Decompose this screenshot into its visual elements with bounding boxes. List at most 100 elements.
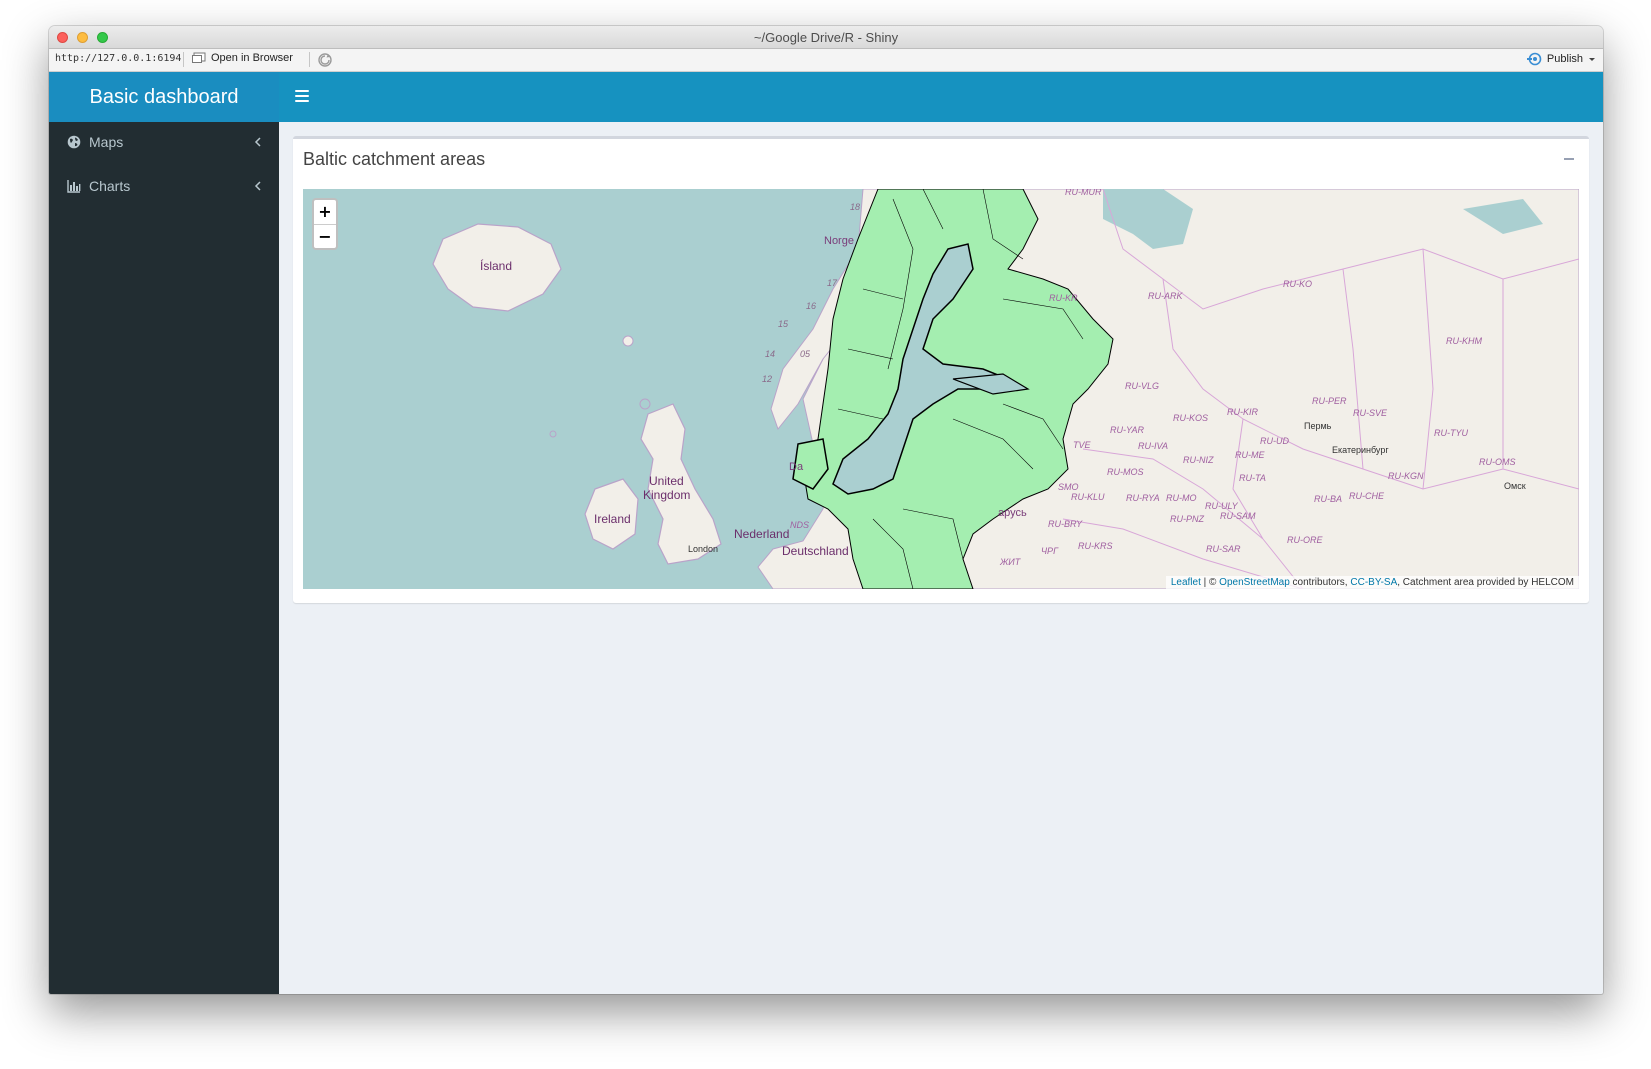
collapse-box-button[interactable] — [1563, 153, 1575, 165]
attribution-separator: | © — [1200, 577, 1220, 588]
map-label-region: RU-ME — [1235, 450, 1265, 460]
map-label-zone: 12 — [762, 374, 773, 384]
map-label-region: RU-KOS — [1173, 413, 1209, 423]
dashboard-brand[interactable]: Basic dashboard — [49, 72, 279, 122]
map-label-region: RU-KGN — [1388, 471, 1424, 481]
map-label-zone: 15 — [778, 319, 789, 329]
map-label-region: RU-KO — [1283, 279, 1312, 289]
bar-chart-icon — [67, 180, 81, 193]
globe-icon — [67, 135, 81, 149]
map-label-nds: NDS — [790, 520, 810, 530]
map-label-region: RU-RYA — [1126, 493, 1160, 503]
box-title: Baltic catchment areas — [303, 149, 486, 169]
map-label-zone: 17 — [827, 278, 838, 288]
map-label-belarus: арусь — [998, 507, 1027, 519]
map-label-germany: Deutschland — [782, 544, 849, 558]
map-label-region: RU-ARK — [1148, 291, 1183, 301]
map-box: Baltic catchment areas Ísland Norge Unit… — [293, 136, 1589, 603]
map-label-region: RU-MO — [1166, 493, 1197, 503]
browser-window-icon — [192, 52, 206, 63]
map-label-region: RU-OMS — [1479, 457, 1516, 467]
refresh-icon — [318, 53, 332, 67]
map-label-region: RU-KIR — [1227, 407, 1258, 417]
brand-title: Basic dashboard — [89, 85, 239, 108]
attribution-contributors: contributors, — [1289, 577, 1351, 588]
map-label-region: RU-TYU — [1434, 428, 1468, 438]
map-label-chrg: ЧРГ — [1041, 546, 1058, 556]
map-label-perm: Пермь — [1304, 421, 1332, 431]
map-label-iceland: Ísland — [480, 259, 513, 273]
map-label-netherlands: Nederland — [734, 527, 790, 541]
map-label-london: London — [688, 544, 719, 554]
sidebar-item-maps[interactable]: Maps — [49, 122, 279, 164]
sidebar: Maps Charts — [49, 122, 279, 994]
publish-icon — [1526, 52, 1542, 66]
window-title: ~/Google Drive/R - Shiny — [753, 30, 899, 45]
caret-down-icon — [1589, 58, 1595, 61]
leaflet-map[interactable]: Ísland Norge United Kingdom Ireland Lond… — [303, 189, 1579, 589]
publish-label: Publish — [1546, 53, 1583, 65]
zoom-control: + − — [312, 198, 338, 250]
zoom-out-button[interactable]: − — [314, 225, 336, 249]
map-label-region: RU-KRS — [1078, 541, 1113, 551]
map-label-region: TVE — [1073, 440, 1091, 450]
map-label-norway: Norge — [824, 235, 854, 247]
map-label-region: RU-TA — [1239, 473, 1266, 483]
open-in-browser-label: Open in Browser — [211, 52, 293, 64]
map-attribution: Leaflet | © OpenStreetMap contributors, … — [1165, 576, 1579, 589]
map-label-region: RU-IVA — [1138, 441, 1169, 451]
refresh-button[interactable] — [317, 52, 333, 71]
map-label-region: RU-PNZ — [1170, 514, 1204, 524]
url-display: http://127.0.0.1:6194 — [55, 53, 182, 64]
map-label-region: RU-YAR — [1110, 425, 1145, 435]
map-label-zone: 14 — [765, 349, 776, 359]
map-label-region: RU-VLG — [1125, 381, 1160, 391]
attribution-helcom: , Catchment area provided by HELCOM — [1397, 577, 1574, 588]
map-label-region: RU-ULY — [1205, 501, 1238, 511]
license-link[interactable]: CC-BY-SA — [1350, 577, 1397, 588]
sidebar-item-charts[interactable]: Charts — [49, 166, 279, 208]
chevron-left-icon — [254, 137, 261, 147]
sidebar-toggle-button[interactable] — [295, 90, 309, 104]
sidebar-item-label: Charts — [89, 178, 131, 194]
open-in-browser-button[interactable]: Open in Browser — [192, 52, 293, 64]
map-label-ireland: Ireland — [594, 512, 631, 526]
map-label-uk-line1: United — [649, 474, 684, 488]
map-label-zone: 05 — [800, 349, 811, 359]
map-label-uk-line2: Kingdom — [643, 488, 691, 502]
map-tiles — [432, 189, 1579, 589]
map-label-region: RU-CHE — [1349, 491, 1384, 501]
map-label-region: RU-UD — [1260, 436, 1289, 446]
zoom-in-button[interactable]: + — [314, 200, 336, 225]
app-window: ~/Google Drive/R - Shiny http://127.0.0.… — [49, 26, 1603, 994]
title-bar: ~/Google Drive/R - Shiny — [49, 26, 1603, 49]
map-label-region: SMO — [1058, 482, 1079, 492]
map-label-region: RU-ORE — [1287, 535, 1323, 545]
chevron-left-icon — [254, 181, 261, 191]
map-label-omsk: Омск — [1504, 481, 1526, 491]
map-label-region: RU-KLU — [1071, 492, 1105, 502]
toolbar-divider — [183, 52, 184, 67]
sidebar-item-label: Maps — [89, 134, 124, 150]
map-label-zhyt: ЖИТ — [1000, 557, 1021, 567]
map-label-region: RU-MUR — [1065, 189, 1102, 197]
map-label-zone: 16 — [806, 301, 817, 311]
map-label-region: RU-SAM — [1220, 511, 1256, 521]
map-label-region: RU-KHM — [1446, 336, 1482, 346]
publish-button[interactable]: Publish — [1526, 52, 1597, 66]
map-label-yekaterinburg: Екатеринбург — [1332, 445, 1389, 455]
map-label-region: RU-PER — [1312, 396, 1347, 406]
top-navbar — [279, 72, 1603, 122]
map-label-denmark: Da — [789, 461, 804, 473]
osm-link[interactable]: OpenStreetMap — [1219, 577, 1290, 588]
map-label-region: RU-NIZ — [1183, 455, 1214, 465]
leaflet-link[interactable]: Leaflet — [1171, 577, 1201, 588]
map-label-region: RU-BRY — [1048, 519, 1083, 529]
map-label-region: RU-SAR — [1206, 544, 1241, 554]
viewer-toolbar: http://127.0.0.1:6194 Open in Browser Pu… — [49, 49, 1603, 72]
toolbar-divider — [309, 52, 310, 67]
map-label-region: RU-BA — [1314, 494, 1343, 504]
map-label-region: RU-KR — [1049, 293, 1078, 303]
map-label-zone: 18 — [850, 202, 861, 212]
map-label-region: RU-SVE — [1353, 408, 1388, 418]
